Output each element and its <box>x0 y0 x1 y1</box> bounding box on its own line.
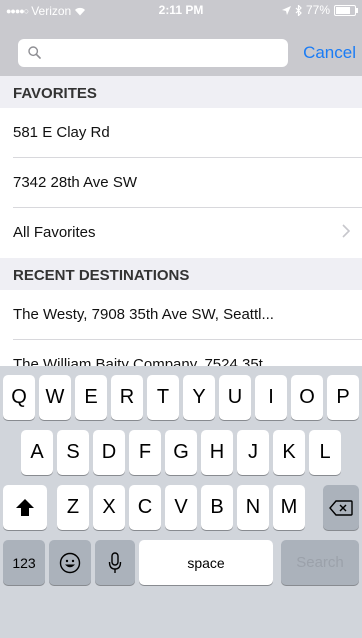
key-t[interactable]: T <box>147 375 179 420</box>
key-b[interactable]: B <box>201 485 233 530</box>
key-v[interactable]: V <box>165 485 197 530</box>
location-arrow-icon <box>281 5 291 15</box>
key-c[interactable]: C <box>129 485 161 530</box>
chevron-right-icon <box>342 224 350 238</box>
key-d[interactable]: D <box>93 430 125 475</box>
key-x[interactable]: X <box>93 485 125 530</box>
key-u[interactable]: U <box>219 375 251 420</box>
key-k[interactable]: K <box>273 430 305 475</box>
battery-percent: 77% <box>305 3 330 17</box>
recents-header-label: RECENT DESTINATIONS <box>13 267 190 284</box>
dictation-key[interactable] <box>95 540 135 585</box>
all-favorites-item[interactable]: All Favorites <box>0 208 362 258</box>
search-header: Cancel <box>0 20 362 76</box>
favorite-item[interactable]: 7342 28th Ave SW <box>0 158 362 208</box>
key-m[interactable]: M <box>273 485 305 530</box>
key-g[interactable]: G <box>165 430 197 475</box>
favorites-section-header: FAVORITES <box>0 76 362 108</box>
key-i[interactable]: I <box>255 375 287 420</box>
key-z[interactable]: Z <box>57 485 89 530</box>
recent-destination-label: The Westy, 7908 35th Ave SW, Seattl... <box>13 306 274 323</box>
key-l[interactable]: L <box>309 430 341 475</box>
favorite-item-label: 7342 28th Ave SW <box>13 174 137 191</box>
key-p[interactable]: P <box>327 375 359 420</box>
search-icon <box>28 46 41 59</box>
recents-section-header: RECENT DESTINATIONS <box>0 258 362 290</box>
delete-key[interactable] <box>323 485 359 530</box>
shift-key[interactable] <box>3 485 47 530</box>
battery-icon <box>334 4 358 16</box>
favorite-item[interactable]: 581 E Clay Rd <box>0 108 362 158</box>
shift-icon <box>16 499 34 516</box>
space-key[interactable]: space <box>139 540 273 585</box>
key-q[interactable]: Q <box>3 375 35 420</box>
all-favorites-label: All Favorites <box>13 224 96 241</box>
key-j[interactable]: J <box>237 430 269 475</box>
bluetooth-icon <box>295 4 302 16</box>
key-h[interactable]: H <box>201 430 233 475</box>
key-f[interactable]: F <box>129 430 161 475</box>
key-o[interactable]: O <box>291 375 323 420</box>
key-w[interactable]: W <box>39 375 71 420</box>
search-key[interactable]: Search <box>281 540 359 585</box>
microphone-icon <box>108 551 122 573</box>
status-bar: ●●●●○ Verizon 2:11 PM 77% <box>0 0 362 20</box>
emoji-key[interactable] <box>49 540 91 585</box>
backspace-icon <box>329 499 353 516</box>
key-y[interactable]: Y <box>183 375 215 420</box>
search-field[interactable] <box>18 39 288 69</box>
key-e[interactable]: E <box>75 375 107 420</box>
search-input[interactable] <box>46 39 286 69</box>
keyboard: Q W E R T Y U I O P A S D F G H J K L Z … <box>0 366 362 638</box>
emoji-icon <box>59 552 81 573</box>
numbers-key[interactable]: 123 <box>3 540 45 585</box>
key-s[interactable]: S <box>57 430 89 475</box>
recent-destination-item[interactable]: The Westy, 7908 35th Ave SW, Seattl... <box>0 290 362 340</box>
cancel-button[interactable]: Cancel <box>303 43 356 63</box>
key-r[interactable]: R <box>111 375 143 420</box>
key-n[interactable]: N <box>237 485 269 530</box>
favorites-header-label: FAVORITES <box>13 85 97 102</box>
favorite-item-label: 581 E Clay Rd <box>13 124 110 141</box>
key-a[interactable]: A <box>21 430 53 475</box>
